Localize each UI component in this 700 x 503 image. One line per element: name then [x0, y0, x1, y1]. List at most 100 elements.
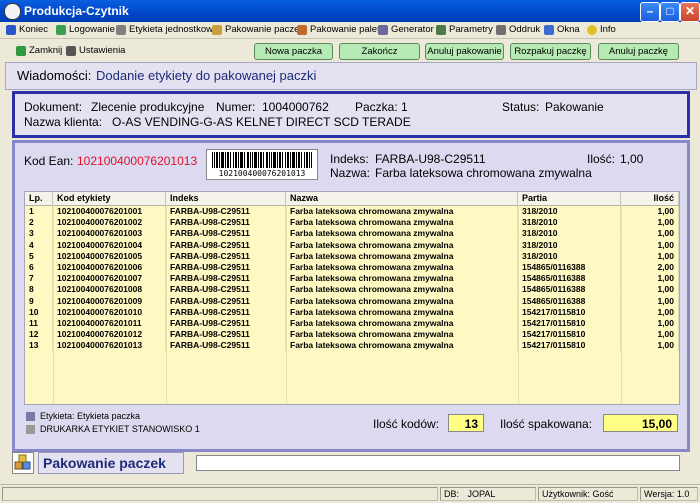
table-cell: 102100400076201010 [53, 306, 166, 318]
table-cell: FARBA-U98-C29511 [166, 340, 286, 352]
packing-module-icon [12, 452, 34, 474]
table-row[interactable]: 1 102100400076201001 FARBA-U98-C29511 Farba… [25, 206, 679, 217]
table-row[interactable]: 6 102100400076201006 FARBA-U98-C29511 Farba… [25, 262, 679, 273]
table-cell: 102100400076201012 [53, 329, 166, 341]
close-window-button[interactable]: ✕ [680, 2, 700, 22]
col-ilosc[interactable]: Ilość [621, 192, 679, 205]
table-row[interactable]: 5 102100400076201005 FARBA-U98-C29511 Farba… [25, 250, 679, 262]
table-cell: 12 [25, 329, 53, 341]
table-row[interactable]: 10 102100400076201010 FARBA-U98-C29511 Farb… [25, 306, 679, 318]
table-cell: 154217/0115810 [518, 306, 621, 318]
table-cell: FARBA-U98-C29511 [166, 228, 286, 240]
status-label: Status: [502, 100, 540, 114]
table-cell: Farba lateksowa chromowana zmywalna [286, 306, 518, 318]
table-cell: FARBA-U98-C29511 [166, 273, 286, 285]
table-cell: 5 [25, 250, 53, 262]
document-info-box: Dokument: Zlecenie produkcyjne Numer: 10… [12, 91, 690, 138]
table-cell: 4 [25, 239, 53, 251]
col-partia[interactable]: Partia [518, 192, 621, 205]
table-row[interactable]: 3 102100400076201003 FARBA-U98-C29511 Farba… [25, 228, 679, 240]
table-header: Lp. Kod etykiety Indeks Nazwa Partia Ilo… [25, 192, 679, 206]
table-cell: Farba lateksowa chromowana zmywalna [286, 217, 518, 229]
windows-icon [544, 25, 554, 35]
cancel-packing-button[interactable]: Anuluj pakowanie [425, 43, 504, 60]
table-cell: 102100400076201007 [53, 273, 166, 285]
menu-info[interactable]: Info [587, 23, 616, 37]
table-row[interactable]: 2 102100400076201002 FARBA-U98-C29511 Farba… [25, 217, 679, 229]
table-row[interactable]: 13 102100400076201013 FARBA-U98-C29511 Farb… [25, 340, 679, 352]
menu-label: Pakowanie paczek [225, 24, 305, 35]
table-cell: 1,00 [621, 284, 679, 296]
status-segment-main [2, 487, 438, 501]
labels-table[interactable]: Lp. Kod etykiety Indeks Nazwa Partia Ilo… [24, 191, 680, 405]
menu-koniec[interactable]: Koniec [6, 23, 48, 37]
maximize-button[interactable]: □ [660, 2, 680, 22]
new-package-button[interactable]: Nowa paczka [254, 43, 333, 60]
label-line: Etykieta: Etykieta paczka [40, 411, 141, 421]
table-cell: 1,00 [621, 228, 679, 240]
table-cell: FARBA-U98-C29511 [166, 250, 286, 262]
table-cell: 1,00 [621, 250, 679, 262]
finish-packing-button[interactable]: Zakończ pakowanie [339, 43, 420, 72]
close-tool-button[interactable]: Zamknij [16, 45, 62, 56]
status-version: Wersja: 1.0 [640, 487, 698, 501]
table-cell: 10 [25, 306, 53, 318]
table-row[interactable]: 8 102100400076201008 FARBA-U98-C29511 Farba… [25, 284, 679, 296]
menu-parametry[interactable]: Parametry [436, 23, 493, 37]
menu-oddruk[interactable]: Oddruk [496, 23, 540, 37]
table-cell: 318/2010 [518, 206, 621, 217]
table-cell: FARBA-U98-C29511 [166, 329, 286, 341]
table-cell: Farba lateksowa chromowana zmywalna [286, 318, 518, 329]
boxes-icon [14, 454, 31, 470]
number-label: Numer: [216, 100, 256, 114]
document-label: Dokument: [24, 100, 83, 114]
table-row[interactable]: 7 102100400076201007 FARBA-U98-C29511 Farba… [25, 273, 679, 285]
table-cell: 1,00 [621, 295, 679, 307]
table-cell: 6 [25, 262, 53, 273]
cancel-package-button[interactable]: Anuluj paczkę [598, 43, 679, 60]
table-cell: 154865/0116388 [518, 284, 621, 296]
col-kod-etykiety[interactable]: Kod etykiety [53, 192, 166, 205]
table-cell: FARBA-U98-C29511 [166, 284, 286, 296]
table-cell: 1,00 [621, 340, 679, 352]
name-value: Farba lateksowa chromowana zmywalna [375, 166, 592, 180]
barcode-image: 102100400076201013 [206, 149, 318, 180]
table-cell: 102100400076201011 [53, 318, 166, 329]
table-cell: 102100400076201013 [53, 340, 166, 352]
menu-pakowanie-palet[interactable]: Pakowanie palet [297, 23, 380, 37]
ean-value: 102100400076201013 [77, 154, 198, 168]
table-row[interactable]: 4 102100400076201004 FARBA-U98-C29511 Farba… [25, 239, 679, 251]
col-nazwa[interactable]: Nazwa [286, 192, 518, 205]
menu-logowanie[interactable]: Logowanie [56, 23, 115, 37]
menu-label: Generator [391, 24, 434, 35]
parameters-icon [436, 25, 446, 35]
table-cell: Farba lateksowa chromowana zmywalna [286, 228, 518, 240]
menu-pakowanie-paczek[interactable]: Pakowanie paczek [212, 23, 304, 37]
table-row[interactable]: 11 102100400076201011 FARBA-U98-C29511 Farb… [25, 318, 679, 329]
menu-okna[interactable]: Okna [544, 23, 580, 37]
table-cell: 154217/0115810 [518, 318, 621, 329]
table-cell: Farba lateksowa chromowana zmywalna [286, 340, 518, 352]
minimize-button[interactable]: – [640, 2, 660, 22]
table-cell: FARBA-U98-C29511 [166, 239, 286, 251]
table-cell: 1,00 [621, 273, 679, 285]
col-lp[interactable]: Lp. [25, 192, 53, 205]
unpack-package-button[interactable]: Rozpakuj paczkę [510, 43, 591, 60]
status-bar: DB: JOPAL Użytkownik: Gość Wersja: 1.0 [0, 484, 700, 503]
table-cell: 3 [25, 228, 53, 240]
table-row[interactable]: 12 102100400076201012 FARBA-U98-C29511 Farb… [25, 329, 679, 341]
module-title-label: Pakowanie paczek [38, 452, 184, 474]
menu-generator[interactable]: Generator [378, 23, 434, 37]
table-cell: FARBA-U98-C29511 [166, 318, 286, 329]
title-bar[interactable]: Produkcja-Czytnik – □ ✕ [0, 0, 700, 22]
client-label: Nazwa klienta: [24, 115, 103, 129]
table-row[interactable]: 9 102100400076201009 FARBA-U98-C29511 Farba… [25, 295, 679, 307]
menu-label: Koniec [19, 24, 49, 35]
table-cell: 102100400076201003 [53, 228, 166, 240]
table-cell: 102100400076201009 [53, 295, 166, 307]
menu-etykieta-jednostkowa[interactable]: Etykieta jednostkowa [116, 23, 218, 37]
table-cell: 102100400076201005 [53, 250, 166, 262]
settings-tool-button[interactable]: Ustawienia [66, 45, 125, 56]
status-db: DB: JOPAL [440, 487, 536, 501]
col-indeks[interactable]: Indeks [166, 192, 286, 205]
